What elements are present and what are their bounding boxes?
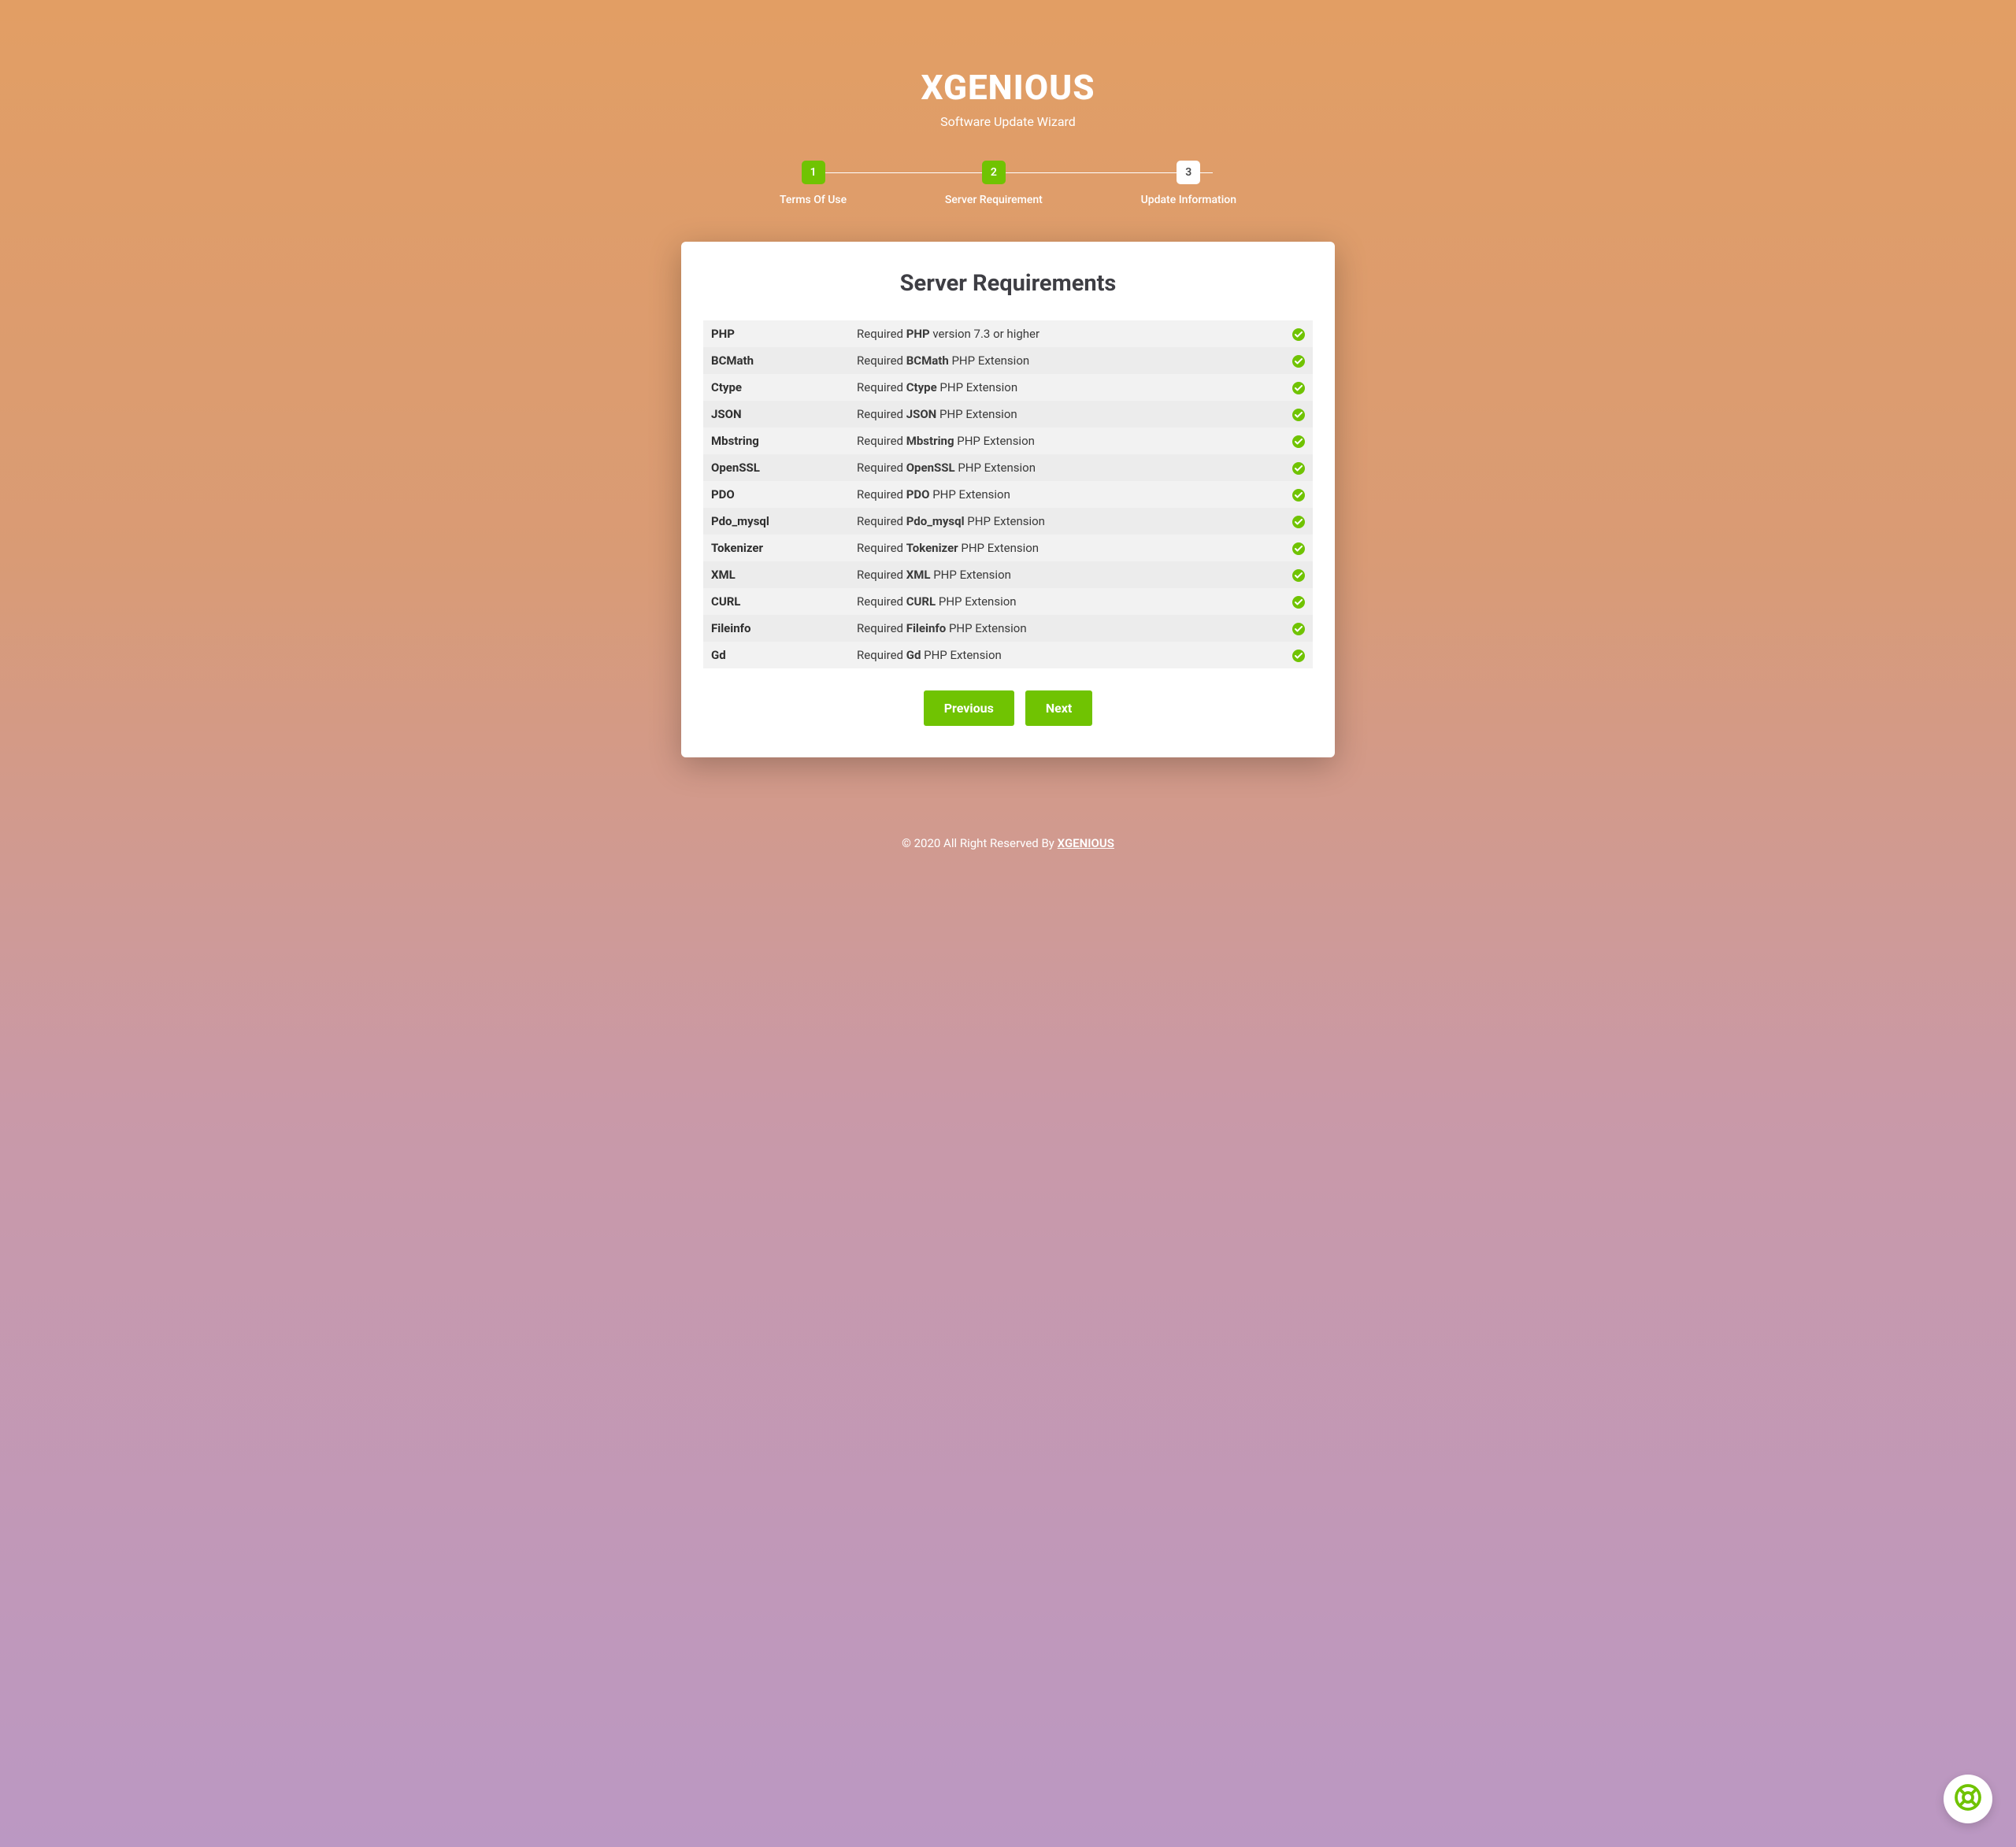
check-circle-icon — [1292, 542, 1305, 555]
check-circle-icon — [1292, 623, 1305, 635]
check-circle-icon — [1292, 489, 1305, 502]
step-label: Terms Of Use — [780, 194, 847, 206]
check-circle-icon — [1292, 355, 1305, 368]
progress-stepper: 1 Terms Of Use 2 Server Requirement 3 Update … — [764, 161, 1252, 206]
brand-subtitle: Software Update Wizard — [0, 114, 2016, 129]
requirement-name: CURL — [711, 594, 857, 609]
requirement-description: Required PDO PHP Extension — [857, 487, 1281, 502]
requirement-row: MbstringRequired Mbstring PHP Extension — [703, 428, 1313, 454]
requirement-name: Fileinfo — [711, 621, 857, 635]
requirement-status — [1281, 434, 1305, 448]
requirement-description: Required Mbstring PHP Extension — [857, 434, 1281, 448]
check-circle-icon — [1292, 462, 1305, 475]
requirement-description: Required Fileinfo PHP Extension — [857, 621, 1281, 635]
requirement-row: GdRequired Gd PHP Extension — [703, 642, 1313, 668]
requirement-status — [1281, 353, 1305, 368]
requirement-row: CURLRequired CURL PHP Extension — [703, 588, 1313, 615]
check-circle-icon — [1292, 328, 1305, 341]
requirement-status — [1281, 407, 1305, 421]
requirement-name: JSON — [711, 407, 857, 421]
main-card: Server Requirements PHPRequired PHP vers… — [681, 242, 1335, 757]
requirement-description: Required OpenSSL PHP Extension — [857, 461, 1281, 475]
requirement-status — [1281, 648, 1305, 662]
button-row: Previous Next — [703, 690, 1313, 726]
requirement-status — [1281, 380, 1305, 394]
step-item-1[interactable]: 1 Terms Of Use — [780, 161, 847, 206]
requirement-description: Required JSON PHP Extension — [857, 407, 1281, 421]
requirement-description: Required CURL PHP Extension — [857, 594, 1281, 609]
help-button[interactable] — [1944, 1775, 1992, 1823]
requirement-status — [1281, 621, 1305, 635]
requirement-name: Gd — [711, 648, 857, 662]
check-circle-icon — [1292, 569, 1305, 582]
requirement-name: Mbstring — [711, 434, 857, 448]
requirement-status — [1281, 514, 1305, 528]
requirement-description: Required XML PHP Extension — [857, 568, 1281, 582]
requirement-name: PHP — [711, 327, 857, 341]
requirement-name: PDO — [711, 487, 857, 502]
check-circle-icon — [1292, 596, 1305, 609]
check-circle-icon — [1292, 435, 1305, 448]
requirement-row: CtypeRequired Ctype PHP Extension — [703, 374, 1313, 401]
page-footer: © 2020 All Right Reserved By XGENIOUS — [0, 836, 2016, 850]
step-number: 2 — [982, 161, 1006, 184]
check-circle-icon — [1292, 409, 1305, 421]
requirement-status — [1281, 594, 1305, 609]
card-title: Server Requirements — [703, 270, 1313, 297]
footer-link[interactable]: XGENIOUS — [1058, 836, 1114, 850]
requirement-description: Required BCMath PHP Extension — [857, 353, 1281, 368]
requirement-row: PHPRequired PHP version 7.3 or higher — [703, 320, 1313, 347]
step-number: 1 — [802, 161, 825, 184]
lifebuoy-icon — [1954, 1783, 1982, 1815]
requirement-name: OpenSSL — [711, 461, 857, 475]
requirement-description: Required PHP version 7.3 or higher — [857, 327, 1281, 341]
footer-text: © 2020 All Right Reserved By — [902, 836, 1058, 850]
check-circle-icon — [1292, 516, 1305, 528]
requirements-table: PHPRequired PHP version 7.3 or higherBCM… — [703, 320, 1313, 668]
step-number: 3 — [1177, 161, 1200, 184]
requirement-name: XML — [711, 568, 857, 582]
step-item-2[interactable]: 2 Server Requirement — [945, 161, 1043, 206]
step-label: Server Requirement — [945, 194, 1043, 206]
check-circle-icon — [1292, 382, 1305, 394]
requirement-description: Required Tokenizer PHP Extension — [857, 541, 1281, 555]
requirement-row: PDORequired PDO PHP Extension — [703, 481, 1313, 508]
requirement-row: FileinfoRequired Fileinfo PHP Extension — [703, 615, 1313, 642]
requirement-name: Pdo_mysql — [711, 514, 857, 528]
requirement-name: BCMath — [711, 353, 857, 368]
requirement-row: Pdo_mysqlRequired Pdo_mysql PHP Extensio… — [703, 508, 1313, 535]
requirement-row: BCMathRequired BCMath PHP Extension — [703, 347, 1313, 374]
step-label: Update Information — [1141, 194, 1236, 206]
requirement-name: Tokenizer — [711, 541, 857, 555]
next-button[interactable]: Next — [1025, 690, 1092, 726]
page-header: XGENIOUS Software Update Wizard — [0, 0, 2016, 161]
check-circle-icon — [1292, 650, 1305, 662]
requirement-row: OpenSSLRequired OpenSSL PHP Extension — [703, 454, 1313, 481]
requirement-status — [1281, 461, 1305, 475]
requirement-name: Ctype — [711, 380, 857, 394]
step-item-3[interactable]: 3 Update Information — [1141, 161, 1236, 206]
requirement-description: Required Ctype PHP Extension — [857, 380, 1281, 394]
requirement-status — [1281, 568, 1305, 582]
requirement-row: XMLRequired XML PHP Extension — [703, 561, 1313, 588]
requirement-description: Required Pdo_mysql PHP Extension — [857, 514, 1281, 528]
previous-button[interactable]: Previous — [924, 690, 1014, 726]
requirement-row: TokenizerRequired Tokenizer PHP Extensio… — [703, 535, 1313, 561]
requirement-status — [1281, 327, 1305, 341]
requirement-row: JSONRequired JSON PHP Extension — [703, 401, 1313, 428]
brand-title: XGENIOUS — [0, 67, 2016, 108]
requirement-status — [1281, 487, 1305, 502]
requirement-description: Required Gd PHP Extension — [857, 648, 1281, 662]
requirement-status — [1281, 541, 1305, 555]
